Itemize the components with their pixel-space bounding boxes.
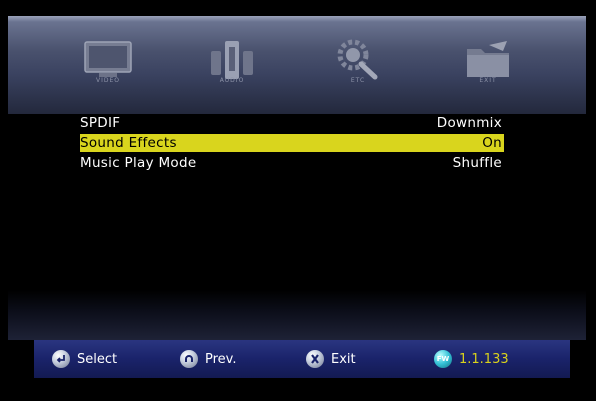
setting-row-sound-effects[interactable]: Sound Effects On (80, 134, 504, 152)
tv-icon (84, 41, 132, 77)
tab-exit-label: EXIT (479, 77, 497, 84)
firmware-version: 1.1.133 (459, 351, 509, 367)
setting-row-spdif[interactable]: SPDIF Downmix (80, 114, 504, 132)
setting-row-music-play-mode[interactable]: Music Play Mode Shuffle (80, 154, 504, 172)
tab-exit[interactable]: EXIT (458, 30, 518, 90)
exit-icon (306, 350, 324, 368)
setting-label: SPDIF (80, 115, 121, 131)
footer-prev-label: Prev. (205, 351, 237, 367)
setting-value: Downmix (436, 115, 502, 131)
tab-etc[interactable]: ETC (328, 30, 388, 90)
setting-value: Shuffle (452, 155, 502, 171)
tab-audio-label: AUDIO (219, 77, 245, 84)
footer-firmware: FW 1.1.133 (434, 340, 509, 378)
footer-prev: Prev. (180, 340, 236, 378)
screen: VIDEO AUDIO ETC EXIT SPDIF Downmix Sound… (0, 0, 596, 401)
footer-exit: Exit (306, 340, 356, 378)
tab-etc-label: ETC (350, 77, 366, 84)
setting-label: Music Play Mode (80, 155, 197, 171)
enter-icon (52, 350, 70, 368)
setting-label: Sound Effects (80, 135, 177, 151)
bottom-border (0, 378, 596, 401)
settings-list: SPDIF Downmix Sound Effects On Music Pla… (0, 114, 596, 294)
tab-video-label: VIDEO (95, 77, 120, 84)
setting-value: On (482, 135, 502, 151)
footer-help-bar: Select Prev. Exit FW 1.1.133 (34, 340, 570, 378)
tab-audio[interactable]: AUDIO (202, 30, 262, 90)
footer-exit-label: Exit (331, 351, 356, 367)
firmware-icon: FW (434, 350, 452, 368)
tab-video[interactable]: VIDEO (78, 30, 138, 90)
footer-select: Select (52, 340, 117, 378)
return-icon (180, 350, 198, 368)
bottom-gradient (8, 290, 586, 340)
footer-select-label: Select (77, 351, 118, 367)
menu-tab-bar: VIDEO AUDIO ETC EXIT (8, 16, 586, 114)
